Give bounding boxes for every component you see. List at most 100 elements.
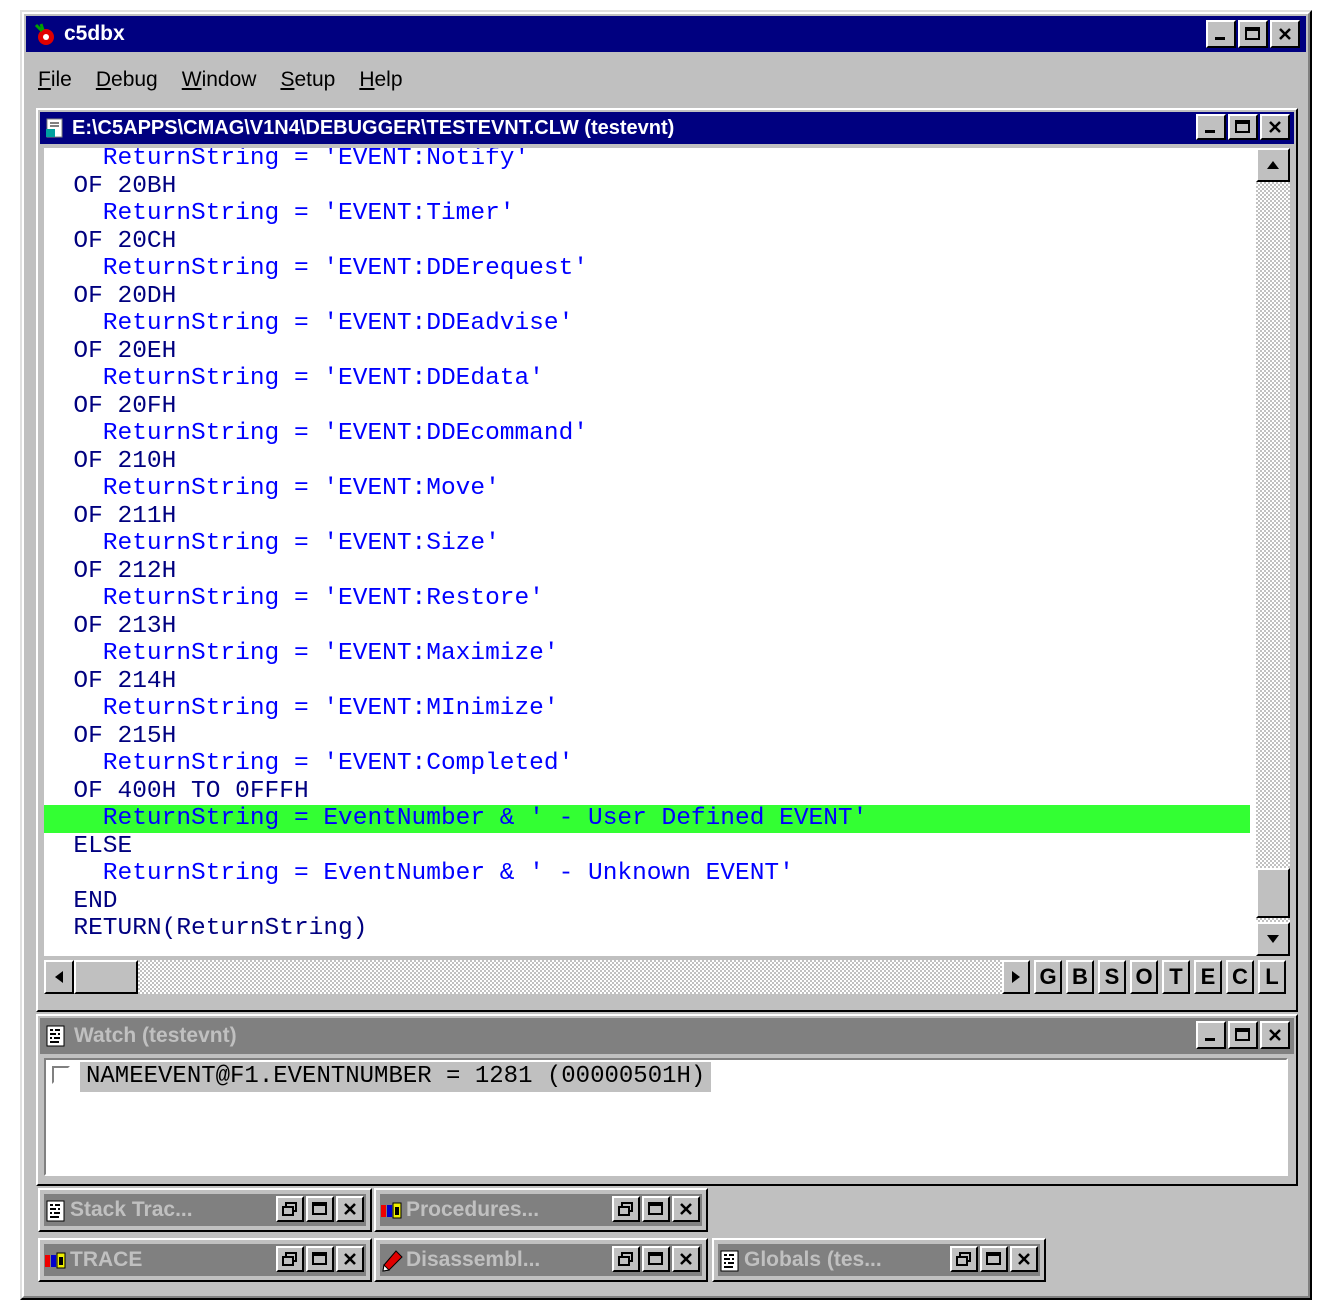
source-close-button[interactable] xyxy=(1260,114,1290,140)
code-line[interactable]: OF 214H xyxy=(44,668,1250,696)
maximize-button[interactable] xyxy=(980,1246,1008,1272)
maximize-button[interactable] xyxy=(642,1196,670,1222)
code-line[interactable]: OF 20EH xyxy=(44,338,1250,366)
doc-icon xyxy=(44,1199,66,1222)
source-maximize-button[interactable] xyxy=(1228,114,1258,140)
code-line[interactable]: ReturnString = 'EVENT:DDErequest' xyxy=(44,255,1250,283)
app-title-bar[interactable]: c5dbx xyxy=(26,16,1306,52)
horizontal-scroll-thumb[interactable] xyxy=(74,960,138,994)
code-line[interactable]: OF 400H TO 0FFFH xyxy=(44,778,1250,806)
watch-doc-icon xyxy=(44,1024,68,1048)
restore-button[interactable] xyxy=(950,1246,978,1272)
code-line[interactable]: ReturnString = 'EVENT:Maximize' xyxy=(44,640,1250,668)
bottom-toolbar: GBSOTECL xyxy=(44,956,1290,998)
close-button[interactable] xyxy=(1010,1246,1038,1272)
close-button[interactable] xyxy=(336,1196,364,1222)
code-line[interactable]: ReturnString = 'EVENT:MInimize' xyxy=(44,695,1250,723)
close-button[interactable] xyxy=(336,1246,364,1272)
minimized-window[interactable]: Stack Trac... xyxy=(38,1188,372,1232)
pencil-icon xyxy=(380,1249,403,1272)
watch-minimize-button[interactable] xyxy=(1196,1021,1226,1049)
restore-button[interactable] xyxy=(276,1196,304,1222)
toolbar-t-button[interactable]: T xyxy=(1162,960,1190,994)
source-title-bar[interactable]: E:\C5APPS\CMAG\V1N4\DEBUGGER\TESTEVNT.CL… xyxy=(40,112,1294,144)
maximize-button[interactable] xyxy=(306,1246,334,1272)
minimized-title-bar[interactable]: TRACE xyxy=(44,1244,366,1276)
blocks-icon xyxy=(380,1199,402,1221)
watch-maximize-button[interactable] xyxy=(1228,1021,1258,1049)
vertical-scroll-thumb[interactable] xyxy=(1256,868,1290,918)
menu-setup[interactable]: Setup xyxy=(280,68,335,92)
code-line[interactable]: ReturnString = 'EVENT:Completed' xyxy=(44,750,1250,778)
minimized-window[interactable]: TRACE xyxy=(38,1238,372,1282)
scroll-up-button[interactable] xyxy=(1256,148,1290,182)
code-line[interactable]: RETURN(ReturnString) xyxy=(44,915,1250,943)
minimized-title-bar[interactable]: Procedures... xyxy=(380,1194,702,1226)
watch-checkbox[interactable] xyxy=(52,1066,70,1084)
restore-button[interactable] xyxy=(612,1246,640,1272)
code-line[interactable]: ELSE xyxy=(44,833,1250,861)
code-line[interactable]: ReturnString = 'EVENT:Move' xyxy=(44,475,1250,503)
minimized-window[interactable]: Procedures... xyxy=(374,1188,708,1232)
toolbar-e-button[interactable]: E xyxy=(1194,960,1222,994)
scroll-right-button[interactable] xyxy=(1002,960,1030,994)
code-line[interactable]: OF 213H xyxy=(44,613,1250,641)
minimized-window[interactable]: Disassembl... xyxy=(374,1238,708,1282)
code-line[interactable]: ReturnString = 'EVENT:Restore' xyxy=(44,585,1250,613)
doc-icon xyxy=(718,1249,740,1272)
code-editor[interactable]: ReturnString = 'EVENT:Notify' OF 20BH Re… xyxy=(44,148,1256,956)
code-line[interactable]: ReturnString = 'EVENT:DDEdata' xyxy=(44,365,1250,393)
menu-window[interactable]: Window xyxy=(182,68,257,92)
blocks-icon xyxy=(44,1249,66,1271)
code-line[interactable]: OF 20FH xyxy=(44,393,1250,421)
watch-entry[interactable]: NAMEEVENT@F1.EVENTNUMBER = 1281 (0000050… xyxy=(80,1062,712,1092)
watch-close-button[interactable] xyxy=(1260,1021,1290,1049)
code-line[interactable]: ReturnString = 'EVENT:DDEcommand' xyxy=(44,420,1250,448)
code-line[interactable]: ReturnString = 'EVENT:Size' xyxy=(44,530,1250,558)
scroll-left-button[interactable] xyxy=(44,960,74,994)
code-line[interactable]: OF 212H xyxy=(44,558,1250,586)
current-line[interactable]: ReturnString = EventNumber & ' - User De… xyxy=(44,805,1250,833)
code-line[interactable]: OF 20BH xyxy=(44,173,1250,201)
watch-title: Watch (testevnt) xyxy=(74,1024,237,1047)
restore-button[interactable] xyxy=(612,1196,640,1222)
close-button[interactable] xyxy=(672,1246,700,1272)
toolbar-g-button[interactable]: G xyxy=(1034,960,1062,994)
watch-title-bar[interactable]: Watch (testevnt) xyxy=(40,1018,1294,1054)
toolbar-s-button[interactable]: S xyxy=(1098,960,1126,994)
restore-button[interactable] xyxy=(276,1246,304,1272)
minimized-title-bar[interactable]: Stack Trac... xyxy=(44,1194,366,1226)
code-line[interactable]: OF 20CH xyxy=(44,228,1250,256)
menu-file[interactable]: File xyxy=(38,68,72,92)
minimized-title-bar[interactable]: Disassembl... xyxy=(380,1244,702,1276)
menu-debug[interactable]: Debug xyxy=(96,68,158,92)
maximize-button[interactable] xyxy=(1238,20,1268,48)
code-line[interactable]: ReturnString = 'EVENT:DDEadvise' xyxy=(44,310,1250,338)
code-line[interactable]: OF 215H xyxy=(44,723,1250,751)
scroll-down-button[interactable] xyxy=(1256,922,1290,956)
code-line[interactable]: ReturnString = 'EVENT:Timer' xyxy=(44,200,1250,228)
code-line[interactable]: ReturnString = 'EVENT:Notify' xyxy=(44,148,1250,173)
toolbar-b-button[interactable]: B xyxy=(1066,960,1094,994)
toolbar-l-button[interactable]: L xyxy=(1258,960,1286,994)
minimized-title-bar[interactable]: Globals (tes... xyxy=(718,1244,1040,1276)
toolbar-c-button[interactable]: C xyxy=(1226,960,1254,994)
minimized-window[interactable]: Globals (tes... xyxy=(712,1238,1046,1282)
code-line[interactable]: OF 20DH xyxy=(44,283,1250,311)
toolbar-o-button[interactable]: O xyxy=(1130,960,1158,994)
menu-help[interactable]: Help xyxy=(359,68,402,92)
app-window: c5dbx File Debug Window Setup Help E:\C5… xyxy=(20,10,1312,1300)
source-minimize-button[interactable] xyxy=(1196,114,1226,140)
maximize-button[interactable] xyxy=(306,1196,334,1222)
code-line[interactable]: ReturnString = EventNumber & ' - Unknown… xyxy=(44,860,1250,888)
horizontal-scrollbar[interactable] xyxy=(44,960,1030,994)
close-button[interactable] xyxy=(672,1196,700,1222)
code-line[interactable]: OF 210H xyxy=(44,448,1250,476)
code-line[interactable]: END xyxy=(44,888,1250,916)
watch-list[interactable]: NAMEEVENT@F1.EVENTNUMBER = 1281 (0000050… xyxy=(44,1058,1288,1176)
code-line[interactable]: OF 211H xyxy=(44,503,1250,531)
maximize-button[interactable] xyxy=(642,1246,670,1272)
minimize-button[interactable] xyxy=(1206,20,1236,48)
vertical-scrollbar[interactable] xyxy=(1256,148,1290,956)
close-button[interactable] xyxy=(1270,20,1300,48)
